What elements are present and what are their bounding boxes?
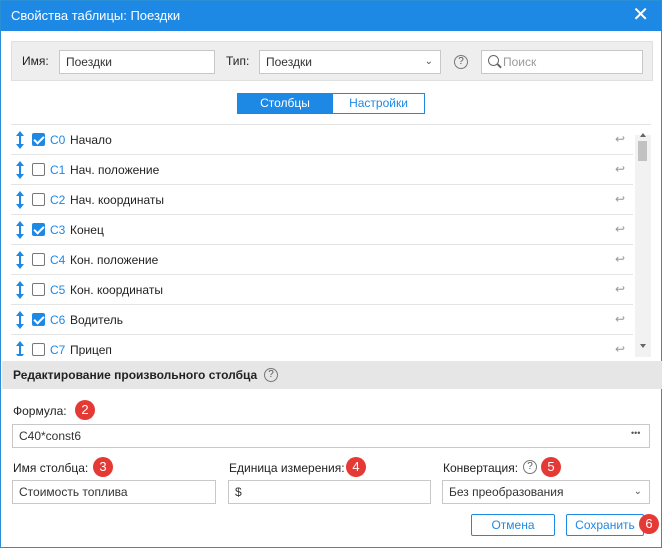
- undo-icon[interactable]: ↩: [615, 133, 627, 145]
- undo-icon[interactable]: ↩: [615, 163, 627, 175]
- table-properties-dialog: Свойства таблицы: Поездки ✕ Имя: Тип: По…: [0, 0, 662, 548]
- list-item[interactable]: C6 Водитель ↩: [11, 305, 633, 335]
- name-input[interactable]: [59, 50, 215, 74]
- column-checkbox[interactable]: [32, 343, 45, 356]
- properties-toolbar: Имя: Тип: Поездки ⌄ ? Поиск: [11, 41, 653, 81]
- drag-handle-icon[interactable]: [15, 191, 25, 209]
- drag-handle-icon[interactable]: [15, 281, 25, 299]
- list-item[interactable]: C4 Кон. положение ↩: [11, 245, 633, 275]
- column-name: Нач. координаты: [70, 193, 164, 207]
- conversion-label: Конвертация:: [443, 461, 519, 475]
- undo-icon[interactable]: ↩: [615, 343, 627, 355]
- list-item[interactable]: C0 Начало ↩: [11, 125, 633, 155]
- column-code: C2: [50, 193, 66, 207]
- column-checkbox[interactable]: [32, 253, 45, 266]
- list-item[interactable]: C7 Прицеп ↩: [11, 335, 633, 356]
- type-select-value: Поездки: [266, 55, 312, 69]
- undo-icon[interactable]: ↩: [615, 193, 627, 205]
- column-checkbox[interactable]: [32, 283, 45, 296]
- drag-handle-icon[interactable]: [15, 251, 25, 269]
- tab-columns[interactable]: Столбцы: [237, 93, 333, 114]
- column-checkbox[interactable]: [32, 223, 45, 236]
- undo-icon[interactable]: ↩: [615, 283, 627, 295]
- column-checkbox[interactable]: [32, 313, 45, 326]
- drag-handle-icon[interactable]: [15, 311, 25, 329]
- type-select[interactable]: Поездки ⌄: [259, 50, 441, 74]
- list-item[interactable]: C5 Кон. координаты ↩: [11, 275, 633, 305]
- formula-label: Формула:: [13, 404, 67, 418]
- drag-handle-icon[interactable]: [15, 341, 25, 356]
- drag-handle-icon[interactable]: [15, 131, 25, 149]
- drag-handle-icon[interactable]: [15, 221, 25, 239]
- callout-badge: 2: [75, 400, 95, 420]
- scroll-up-icon[interactable]: [640, 133, 646, 137]
- callout-badge: 4: [346, 457, 366, 477]
- column-code: C6: [50, 313, 66, 327]
- dialog-title: Свойства таблицы: Поездки: [11, 8, 181, 23]
- column-checkbox[interactable]: [32, 163, 45, 176]
- list-item[interactable]: C3 Конец ↩: [11, 215, 633, 245]
- list-item[interactable]: C2 Нач. координаты ↩: [11, 185, 633, 215]
- search-placeholder: Поиск: [503, 55, 537, 69]
- more-icon[interactable]: •••: [631, 428, 640, 438]
- cancel-button[interactable]: Отмена: [471, 514, 555, 536]
- conversion-select-value: Без преобразования: [449, 485, 564, 499]
- undo-icon[interactable]: ↩: [615, 253, 627, 265]
- type-label: Тип:: [226, 54, 250, 68]
- column-name: Конец: [70, 223, 104, 237]
- column-checkbox[interactable]: [32, 193, 45, 206]
- chevron-down-icon: ⌄: [633, 486, 642, 497]
- save-button[interactable]: Сохранить: [566, 514, 644, 536]
- unit-input[interactable]: [228, 480, 431, 504]
- column-name: Нач. положение: [70, 163, 160, 177]
- column-name: Кон. координаты: [70, 283, 163, 297]
- close-icon[interactable]: ✕: [632, 5, 649, 25]
- title-bar: Свойства таблицы: Поездки ✕: [1, 1, 661, 31]
- help-icon[interactable]: ?: [523, 460, 537, 474]
- tab-settings[interactable]: Настройки: [332, 93, 425, 114]
- custom-column-section-header: Редактирование произвольного столбца ?: [2, 361, 662, 389]
- column-code: C4: [50, 253, 66, 267]
- drag-handle-icon[interactable]: [15, 161, 25, 179]
- column-code: C1: [50, 163, 66, 177]
- column-checkbox[interactable]: [32, 133, 45, 146]
- column-code: C0: [50, 133, 66, 147]
- columns-list: C0 Начало ↩ C1 Нач. положение ↩ C2 Нач. …: [11, 124, 651, 356]
- chevron-down-icon: ⌄: [424, 56, 433, 67]
- undo-icon[interactable]: ↩: [615, 313, 627, 325]
- column-code: C5: [50, 283, 66, 297]
- help-icon[interactable]: ?: [454, 55, 468, 69]
- conversion-select[interactable]: Без преобразования ⌄: [442, 480, 650, 504]
- column-name-label: Имя столбца:: [13, 461, 89, 475]
- column-name: Начало: [70, 133, 112, 147]
- column-name: Водитель: [70, 313, 124, 327]
- search-input[interactable]: Поиск: [481, 50, 643, 74]
- scroll-down-icon[interactable]: [640, 344, 646, 348]
- column-name-input[interactable]: [12, 480, 216, 504]
- column-code: C3: [50, 223, 66, 237]
- callout-badge: 6: [639, 514, 659, 534]
- section-title: Редактирование произвольного столбца: [13, 368, 258, 382]
- callout-badge: 5: [541, 457, 561, 477]
- list-scrollbar[interactable]: [635, 133, 651, 357]
- undo-icon[interactable]: ↩: [615, 223, 627, 235]
- list-item[interactable]: C1 Нач. положение ↩: [11, 155, 633, 185]
- name-label: Имя:: [22, 54, 49, 68]
- scroll-thumb[interactable]: [638, 141, 647, 161]
- column-name: Кон. положение: [70, 253, 159, 267]
- formula-input[interactable]: [12, 424, 650, 448]
- column-name: Прицеп: [70, 343, 112, 356]
- help-icon[interactable]: ?: [264, 368, 278, 382]
- callout-badge: 3: [93, 457, 113, 477]
- search-icon: [488, 55, 499, 66]
- unit-label: Единица измерения:: [229, 461, 345, 475]
- column-code: C7: [50, 343, 66, 356]
